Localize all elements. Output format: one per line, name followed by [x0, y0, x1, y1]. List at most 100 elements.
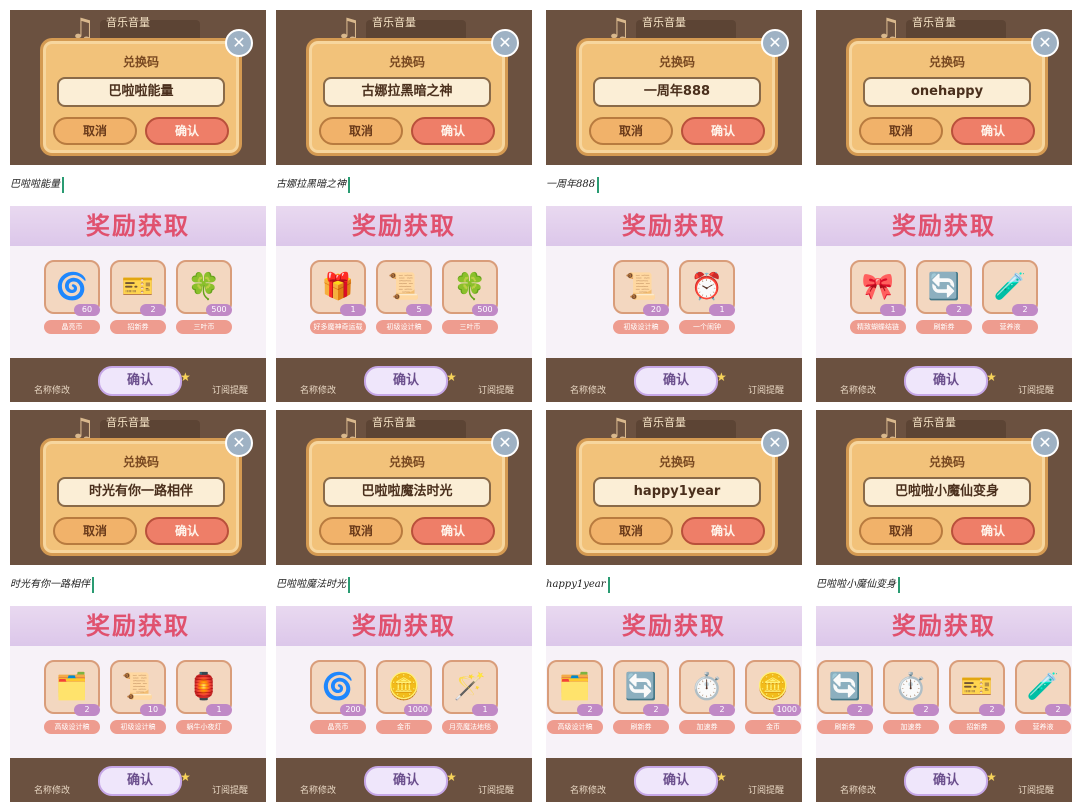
reward-item-count: 2 [1012, 304, 1038, 316]
redeem-panel-4: ♫ 音乐音量 兑换码 onehappy 取消 确认 ✕ 奖励获取 🎀 1 精致蝴… [816, 10, 1072, 402]
reward-item-name: 招新券 [110, 320, 166, 334]
confirm-button[interactable]: 确认 [411, 517, 495, 545]
reward-item: 🗂️ 2 高级设计稿 [547, 660, 603, 734]
dialog-title: 兑换码 [388, 55, 425, 69]
cancel-button[interactable]: 取消 [859, 517, 943, 545]
reward-confirm-button[interactable]: 确认 [364, 366, 448, 396]
reward-item-name: 加速券 [679, 720, 735, 734]
reward-title: 奖励获取 [816, 206, 1072, 246]
subscribe-label[interactable]: 订阅提醒 [1018, 383, 1054, 396]
reward-confirm-button[interactable]: 确认 [904, 766, 988, 796]
music-volume-label: 音乐音量 [372, 16, 416, 29]
reward-item: 🪙 1000 金币 [376, 660, 432, 734]
confirm-button[interactable]: 确认 [145, 517, 229, 545]
dialog-title: 兑换码 [122, 55, 159, 69]
reward-item-name: 金币 [376, 720, 432, 734]
settings-screen: ♫ 音乐音量 兑换码 巴啦啦魔法时光 取消 确认 ✕ [276, 410, 532, 565]
confirm-button[interactable]: 确认 [681, 517, 765, 545]
redeem-code-input[interactable]: 巴啦啦魔法时光 [323, 477, 491, 507]
close-icon[interactable]: ✕ [491, 429, 519, 457]
cancel-button[interactable]: 取消 [589, 517, 673, 545]
rename-label[interactable]: 名称修改 [570, 383, 606, 396]
reward-item-count: 1 [206, 704, 232, 716]
reward-confirm-button[interactable]: 确认 [364, 766, 448, 796]
cancel-button[interactable]: 取消 [53, 117, 137, 145]
redeem-code-input[interactable]: 古娜拉黑暗之神 [323, 77, 491, 107]
reward-confirm-button[interactable]: 确认 [904, 366, 988, 396]
reward-item-name: 晶亮币 [44, 320, 100, 334]
rename-label[interactable]: 名称修改 [840, 383, 876, 396]
subscribe-label[interactable]: 订阅提醒 [478, 783, 514, 796]
rename-label[interactable]: 名称修改 [34, 383, 70, 396]
close-icon[interactable]: ✕ [491, 29, 519, 57]
reward-item-count: 500 [206, 304, 232, 316]
item-pack-icon: 🎁 1 [310, 260, 366, 316]
close-icon[interactable]: ✕ [761, 429, 789, 457]
reward-confirm-button[interactable]: 确认 [98, 366, 182, 396]
text-cursor [607, 576, 610, 593]
subscribe-label[interactable]: 订阅提醒 [478, 383, 514, 396]
rename-label[interactable]: 名称修改 [570, 783, 606, 796]
redeem-code-input[interactable]: happy1year [593, 477, 761, 507]
redeem-code-dialog: 兑换码 onehappy 取消 确认 ✕ [846, 29, 1059, 156]
reward-popup: 奖励获取 🎁 1 好多魔神奇运载 📜 5 初级设计稿 🍀 500 三叶币 名称修… [276, 206, 532, 402]
bottom-menu-bar: 名称修改 订阅提醒 ★ 确认 [10, 758, 266, 802]
subscribe-label[interactable]: 订阅提醒 [748, 783, 784, 796]
reward-item-name: 晶亮币 [310, 720, 366, 734]
redeem-code-input[interactable]: 巴啦啦小魔仙变身 [863, 477, 1031, 507]
reward-item: 📜 5 初级设计稿 [376, 260, 432, 334]
cancel-button[interactable]: 取消 [319, 117, 403, 145]
dialog-title: 兑换码 [928, 55, 965, 69]
reward-item-count: 1 [472, 704, 498, 716]
confirm-button[interactable]: 确认 [681, 117, 765, 145]
typed-text: 巴啦啦魔法时光 [276, 579, 346, 590]
confirm-button[interactable]: 确认 [951, 117, 1035, 145]
subscribe-label[interactable]: 订阅提醒 [212, 783, 248, 796]
reward-items: 🗂️ 2 高级设计稿 📜 10 初级设计稿 🏮 1 蜗牛小夜灯 [10, 660, 266, 734]
confirm-button[interactable]: 确认 [951, 517, 1035, 545]
bottom-menu-bar: 名称修改 订阅提醒 ★ 确认 [546, 358, 802, 402]
close-icon[interactable]: ✕ [225, 429, 253, 457]
reward-confirm-button[interactable]: 确认 [98, 766, 182, 796]
dialog-title: 兑换码 [388, 455, 425, 469]
cancel-button[interactable]: 取消 [319, 517, 403, 545]
reward-item: 🍀 500 三叶币 [442, 260, 498, 334]
reward-item-count: 2 [74, 704, 100, 716]
reward-item: 🌀 60 晶亮币 [44, 260, 100, 334]
close-icon[interactable]: ✕ [761, 29, 789, 57]
bottom-menu-bar: 名称修改 订阅提醒 ★ 确认 [276, 358, 532, 402]
reward-popup: 奖励获取 🎀 1 精致蝴蝶结链 🔄 2 刷新券 🧪 2 营养液 名称修改 订阅提… [816, 206, 1072, 402]
reward-item-name: 营养液 [1015, 720, 1071, 734]
rename-label[interactable]: 名称修改 [840, 783, 876, 796]
rename-label[interactable]: 名称修改 [34, 783, 70, 796]
reward-item-name: 高级设计稿 [44, 720, 100, 734]
reward-title: 奖励获取 [816, 606, 1072, 646]
refresh-card-icon: 🔄 2 [613, 660, 669, 716]
rename-label[interactable]: 名称修改 [300, 383, 336, 396]
reward-item: 🎫 2 招新券 [110, 260, 166, 334]
reward-title: 奖励获取 [276, 206, 532, 246]
cancel-button[interactable]: 取消 [859, 117, 943, 145]
redeem-code-dialog: 兑换码 时光有你一路相伴 取消 确认 ✕ [40, 429, 253, 556]
close-icon[interactable]: ✕ [1031, 429, 1059, 457]
reward-confirm-button[interactable]: 确认 [634, 366, 718, 396]
confirm-button[interactable]: 确认 [411, 117, 495, 145]
rename-label[interactable]: 名称修改 [300, 783, 336, 796]
cancel-button[interactable]: 取消 [589, 117, 673, 145]
redeem-code-input[interactable]: 巴啦啦能量 [57, 77, 225, 107]
swirl-icon: 🌀 200 [310, 660, 366, 716]
redeem-code-input[interactable]: onehappy [863, 77, 1031, 107]
subscribe-label[interactable]: 订阅提醒 [212, 383, 248, 396]
reward-item: 🧪 2 营养液 [982, 260, 1038, 334]
redeem-code-input[interactable]: 时光有你一路相伴 [57, 477, 225, 507]
subscribe-label[interactable]: 订阅提醒 [748, 383, 784, 396]
reward-confirm-button[interactable]: 确认 [634, 766, 718, 796]
cancel-button[interactable]: 取消 [53, 517, 137, 545]
speed-card-icon: ⏱️ 2 [679, 660, 735, 716]
ticket-icon: 🎫 2 [949, 660, 1005, 716]
close-icon[interactable]: ✕ [225, 29, 253, 57]
close-icon[interactable]: ✕ [1031, 29, 1059, 57]
redeem-code-input[interactable]: 一周年888 [593, 77, 761, 107]
confirm-button[interactable]: 确认 [145, 117, 229, 145]
subscribe-label[interactable]: 订阅提醒 [1018, 783, 1054, 796]
